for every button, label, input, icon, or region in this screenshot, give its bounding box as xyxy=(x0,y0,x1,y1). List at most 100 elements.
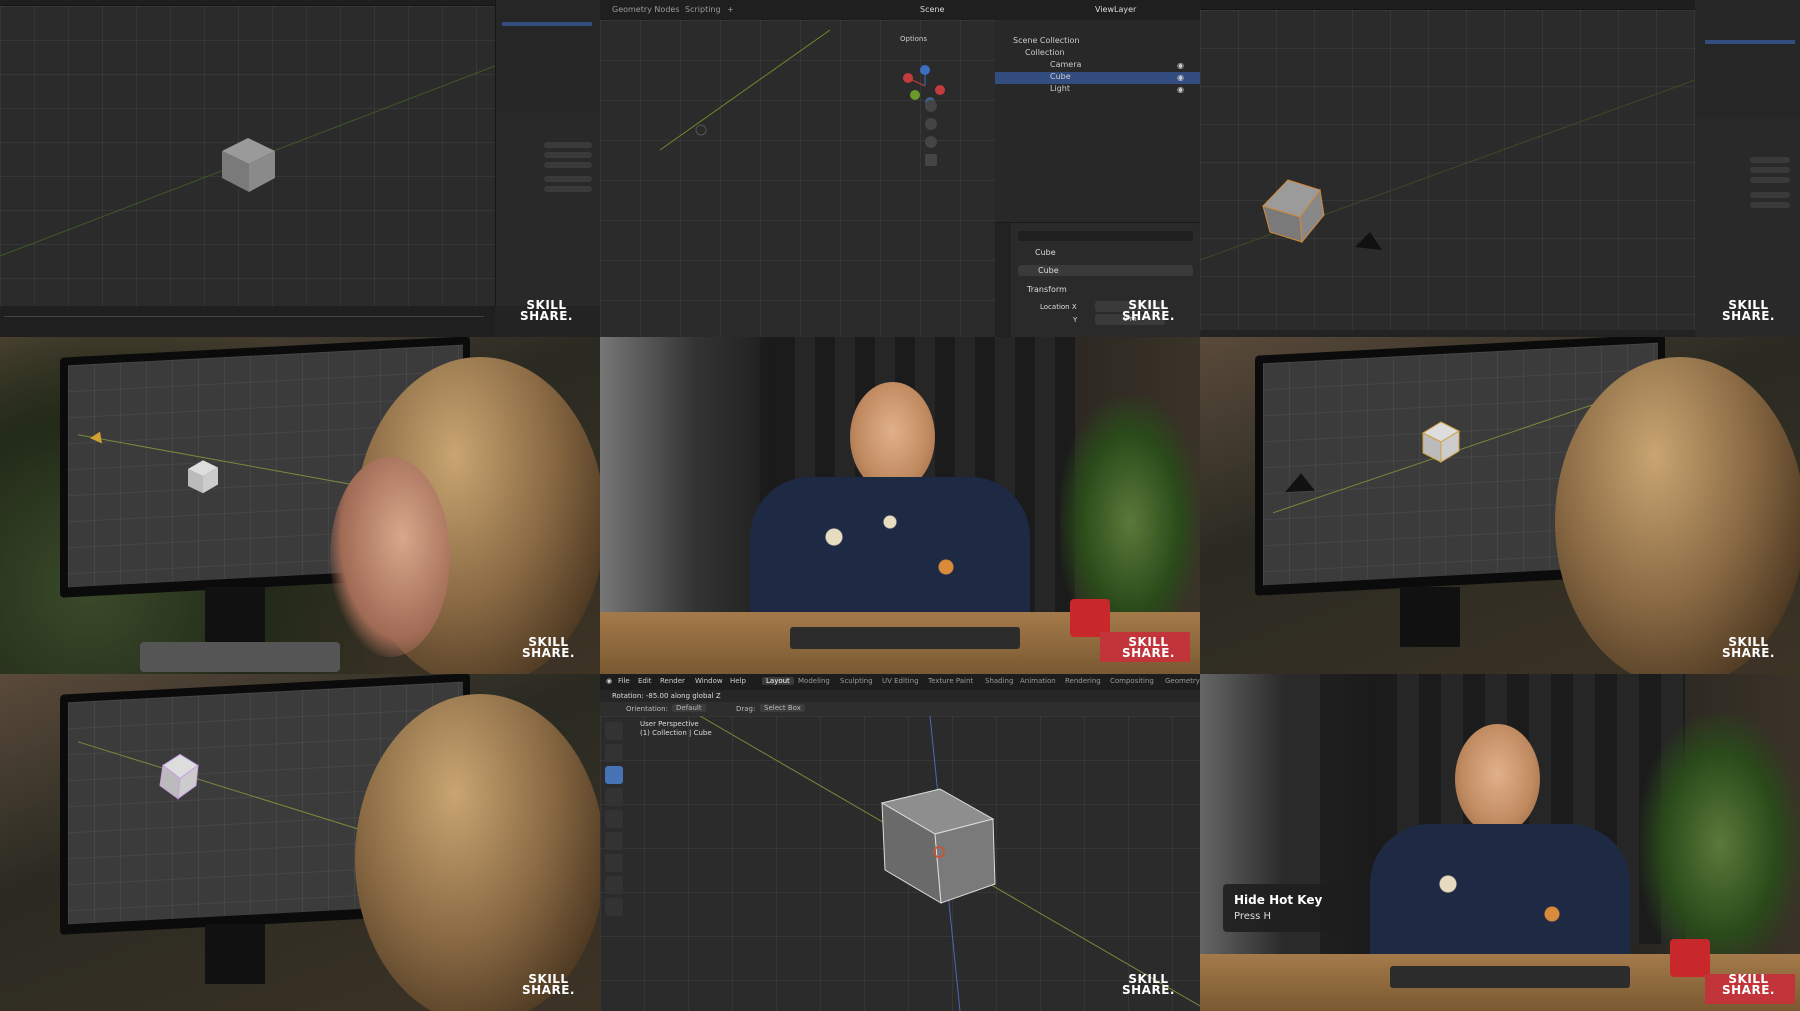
timeline[interactable] xyxy=(0,306,495,337)
tile-blender-outliner: Geometry Nodes Scripting + Scene ViewLay… xyxy=(600,0,1200,337)
skillshare-watermark: SKILL SHARE. xyxy=(1122,972,1175,997)
viewport-3d[interactable]: User Perspective (1) Collection | Cube xyxy=(600,716,1200,1011)
monitor-side xyxy=(600,337,760,637)
scene-selector[interactable]: Scene xyxy=(920,5,944,14)
visibility-eye-icon[interactable]: ◉ xyxy=(1177,61,1184,70)
cube-render xyxy=(1200,79,1695,261)
drag-dropdown[interactable]: Select Box xyxy=(760,704,805,712)
skillshare-watermark: SKILL SHARE. xyxy=(1122,298,1175,323)
skillshare-watermark: SKILL SHARE. xyxy=(1722,635,1775,660)
move-tool-icon[interactable] xyxy=(605,766,623,784)
monitor-stand xyxy=(205,587,265,647)
location-x-label: Location X xyxy=(1040,303,1077,311)
cursor-tool-icon[interactable] xyxy=(605,744,623,762)
zoom-icon[interactable] xyxy=(925,100,937,112)
outliner-panel: Scene Collection Collection Camera ◉ Cub… xyxy=(995,20,1200,222)
tile-instructor: SKILL SHARE. xyxy=(600,337,1200,674)
outliner-panel xyxy=(495,0,600,112)
tab-geometry[interactable]: Geometry xyxy=(1165,677,1200,685)
keyboard xyxy=(790,627,1020,649)
status-header: Rotation: -85.00 along global Z xyxy=(600,690,1200,702)
location-y-label: Y xyxy=(1073,316,1078,324)
transform-tool-icon[interactable] xyxy=(605,832,623,850)
rotate-tool-icon[interactable] xyxy=(605,788,623,806)
viewport-3d[interactable] xyxy=(0,6,495,306)
workspace-bar: Geometry Nodes Scripting + Scene ViewLay… xyxy=(600,0,1200,20)
viewport-3d[interactable]: Options xyxy=(600,20,995,337)
video-collage: SKILL SHARE. Geometry Nodes Scripting + S… xyxy=(0,0,1800,1011)
tab-layout[interactable]: Layout xyxy=(762,677,794,685)
cube-render xyxy=(0,65,495,257)
hotkey-overlay: Hide Hot Key Press H xyxy=(1223,884,1348,932)
tab-geometry-nodes[interactable]: Geometry Nodes xyxy=(612,5,679,14)
viewport-3d[interactable] xyxy=(1200,10,1695,330)
tile-blender-rotation: ◉ File Edit Render Window Help Layout Mo… xyxy=(600,674,1200,1011)
tab-compositing[interactable]: Compositing xyxy=(1110,677,1154,685)
properties-panel xyxy=(495,112,600,306)
view-context-label: (1) Collection | Cube xyxy=(640,729,712,737)
rotation-status: Rotation: -85.00 along global Z xyxy=(612,692,721,700)
tile-blender-rotated-cube: SKILL SHARE. xyxy=(1200,0,1800,337)
outliner-item-cube[interactable]: Cube ◉ xyxy=(995,72,1200,84)
annotate-tool-icon[interactable] xyxy=(605,854,623,872)
select-tool-icon[interactable] xyxy=(605,722,623,740)
tab-modeling[interactable]: Modeling xyxy=(798,677,830,685)
tab-uv-editing[interactable]: UV Editing xyxy=(882,677,919,685)
properties-search[interactable] xyxy=(1018,231,1193,241)
cube-with-gizmo xyxy=(699,716,1200,1011)
tile-blender-overview: SKILL SHARE. xyxy=(0,0,600,337)
outliner-scene-collection[interactable]: Scene Collection xyxy=(995,36,1200,48)
tile-over-shoulder-3: SKILL SHARE. xyxy=(0,674,600,1011)
pan-hand-icon[interactable] xyxy=(925,118,937,130)
visibility-eye-icon[interactable]: ◉ xyxy=(1177,73,1184,82)
menu-render[interactable]: Render xyxy=(660,677,685,685)
blender-logo-icon[interactable]: ◉ xyxy=(606,677,612,685)
add-cube-tool-icon[interactable] xyxy=(605,898,623,916)
tool-settings-bar: Orientation: Default Drag: Select Box xyxy=(600,702,1200,716)
properties-tabs[interactable] xyxy=(995,223,1011,337)
viewlayer-selector[interactable]: ViewLayer xyxy=(1095,5,1136,14)
skillshare-watermark: SKILL SHARE. xyxy=(1722,972,1775,997)
tab-sculpting[interactable]: Sculpting xyxy=(840,677,873,685)
menu-file[interactable]: File xyxy=(618,677,630,685)
transform-panel-header[interactable]: Transform xyxy=(1027,285,1067,294)
tile-over-shoulder-2: SKILL SHARE. xyxy=(1200,337,1800,674)
camera-view-icon[interactable] xyxy=(925,136,937,148)
outliner-item-camera[interactable]: Camera ◉ xyxy=(995,60,1200,72)
outliner-collection[interactable]: Collection xyxy=(995,48,1200,60)
object-name-field[interactable]: Cube xyxy=(1018,265,1193,276)
tab-rendering[interactable]: Rendering xyxy=(1065,677,1101,685)
instructor-face xyxy=(850,382,935,492)
grid-view-icon[interactable] xyxy=(925,154,937,166)
top-menu-bar: ◉ File Edit Render Window Help Layout Mo… xyxy=(600,674,1200,690)
hotkey-subtitle: Press H xyxy=(1234,911,1272,922)
tab-animation[interactable]: Animation xyxy=(1020,677,1056,685)
view-perspective-label: User Perspective xyxy=(640,720,699,728)
person-head xyxy=(355,694,600,1011)
skillshare-watermark: SKILL SHARE. xyxy=(520,298,573,323)
skillshare-watermark: SKILL SHARE. xyxy=(1722,298,1775,323)
skillshare-watermark: SKILL SHARE. xyxy=(1122,635,1175,660)
tile-instructor-hotkey: Hide Hot Key Press H SKILL SHARE. xyxy=(1200,674,1800,1011)
scale-tool-icon[interactable] xyxy=(605,810,623,828)
options-dropdown[interactable]: Options xyxy=(900,35,927,43)
instructor-face xyxy=(1455,724,1540,834)
menu-help[interactable]: Help xyxy=(730,677,746,685)
tab-texture-paint[interactable]: Texture Paint xyxy=(928,677,973,685)
menu-edit[interactable]: Edit xyxy=(638,677,652,685)
instructor-shirt xyxy=(750,477,1030,627)
add-workspace-button[interactable]: + xyxy=(727,5,734,14)
skillshare-watermark: SKILL SHARE. xyxy=(522,635,575,660)
measure-tool-icon[interactable] xyxy=(605,876,623,894)
skillshare-watermark: SKILL SHARE. xyxy=(522,972,575,997)
navigation-gizmo-column xyxy=(925,100,939,190)
orientation-dropdown[interactable]: Default xyxy=(672,704,706,712)
tab-shading[interactable]: Shading xyxy=(985,677,1013,685)
tab-scripting[interactable]: Scripting xyxy=(685,5,721,14)
object-name-label: Cube xyxy=(1035,248,1056,257)
menu-window[interactable]: Window xyxy=(695,677,723,685)
outliner-item-light[interactable]: Light ◉ xyxy=(995,84,1200,96)
hotkey-title: Hide Hot Key xyxy=(1234,893,1323,907)
tile-over-shoulder-1: SKILL SHARE. xyxy=(0,337,600,674)
visibility-eye-icon[interactable]: ◉ xyxy=(1177,85,1184,94)
